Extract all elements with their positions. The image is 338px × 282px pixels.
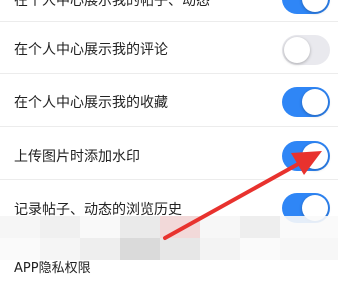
setting-label-show-comments: 在个人中心展示我的评论 (14, 42, 168, 58)
toggle-knob (284, 37, 310, 63)
toggle-knob (302, 0, 328, 12)
setting-label-watermark: 上传图片时添加水印 (14, 149, 140, 165)
setting-label-show-posts: 在个人中心展示我的帖子、动态 (14, 0, 210, 9)
setting-row-show-comments[interactable]: 在个人中心展示我的评论 (0, 26, 338, 74)
toggle-knob (302, 195, 328, 221)
setting-label-show-favorites: 在个人中心展示我的收藏 (14, 95, 168, 111)
show-favorites-toggle[interactable] (282, 87, 330, 117)
setting-label-browsing-history: 记录帖子、动态的浏览历史 (14, 202, 182, 218)
show-comments-toggle[interactable] (282, 35, 330, 65)
show-posts-toggle[interactable] (282, 0, 330, 14)
toggle-knob (302, 89, 328, 115)
watermark-toggle[interactable] (282, 141, 330, 171)
setting-row-browsing-history[interactable]: 记录帖子、动态的浏览历史 (0, 185, 338, 231)
setting-row-show-favorites[interactable]: 在个人中心展示我的收藏 (0, 79, 338, 127)
privacy-settings-list: 在个人中心展示我的帖子、动态 在个人中心展示我的评论 在个人中心展示我的收藏 上… (0, 0, 338, 282)
toggle-knob (302, 143, 328, 169)
setting-row-app-permissions[interactable]: APP隐私权限 (0, 245, 338, 282)
setting-row-watermark[interactable]: 上传图片时添加水印 (0, 132, 338, 180)
setting-label-app-permissions: APP隐私权限 (14, 261, 91, 276)
setting-row-show-posts[interactable]: 在个人中心展示我的帖子、动态 (0, 0, 338, 22)
browsing-history-toggle[interactable] (282, 193, 330, 223)
